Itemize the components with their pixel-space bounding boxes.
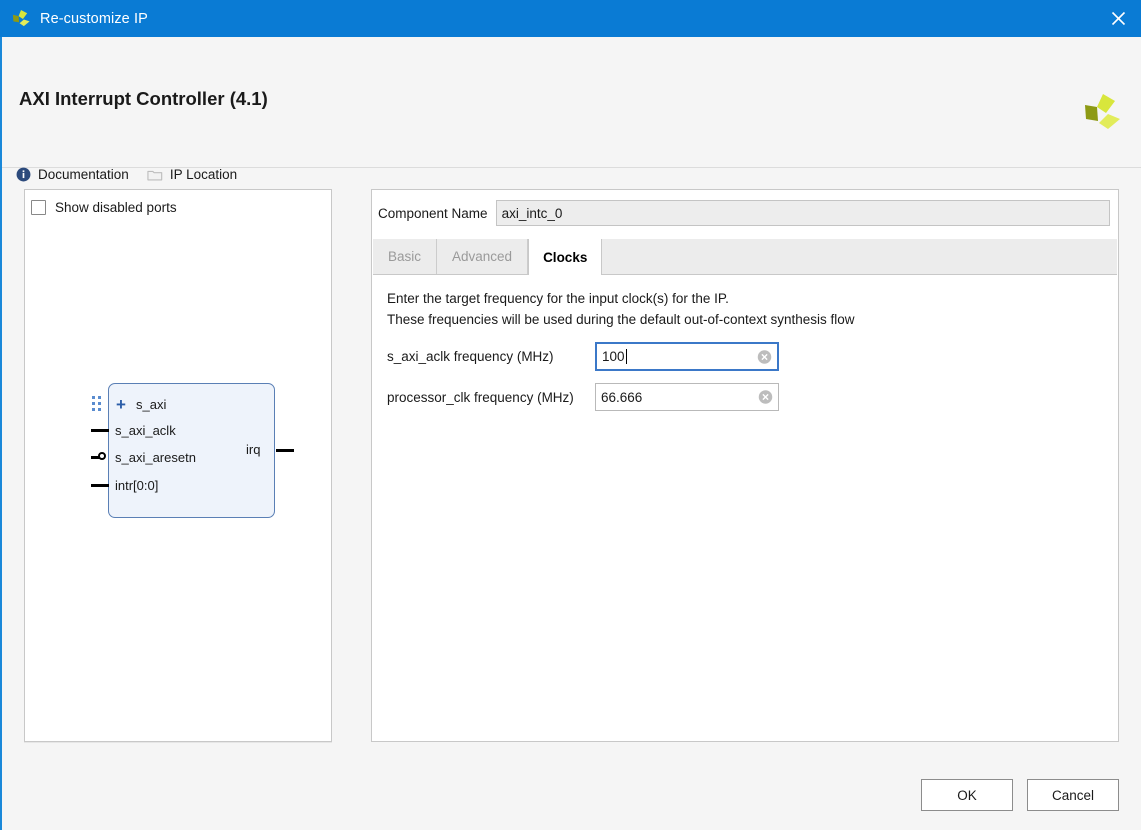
- port-label-s-axi: s_axi: [136, 397, 167, 412]
- tab-advanced[interactable]: Advanced: [437, 239, 529, 274]
- dialog-main: Show disabled ports + s_axi s_axi_aclk s…: [2, 168, 1141, 830]
- port-label-s-axi-aresetn: s_axi_aresetn: [115, 450, 196, 465]
- cancel-button[interactable]: Cancel: [1027, 779, 1119, 811]
- xilinx-logo-icon: [12, 9, 30, 26]
- s-axi-aclk-frequency-input[interactable]: 100: [595, 342, 779, 371]
- tab-strip: Basic Advanced Clocks: [373, 239, 1117, 275]
- component-name-label: Component Name: [378, 205, 488, 221]
- tab-clocks[interactable]: Clocks: [528, 239, 603, 275]
- xilinx-logo-icon: [1085, 94, 1120, 129]
- instruction-line-1: Enter the target frequency for the input…: [387, 291, 729, 306]
- component-name-value: axi_intc_0: [501, 205, 563, 221]
- dialog-footer: OK Cancel: [921, 779, 1119, 811]
- s-axi-aclk-frequency-row: s_axi_aclk frequency (MHz) 100: [387, 342, 1117, 371]
- plus-icon[interactable]: +: [116, 396, 126, 413]
- dialog-header: AXI Interrupt Controller (4.1) Documenta…: [2, 37, 1141, 182]
- ip-symbol-panel: Show disabled ports + s_axi s_axi_aclk s…: [24, 189, 332, 742]
- ok-button[interactable]: OK: [921, 779, 1013, 811]
- show-disabled-ports-checkbox[interactable]: [31, 200, 46, 215]
- close-icon[interactable]: [1095, 0, 1141, 37]
- s-axi-aclk-frequency-label: s_axi_aclk frequency (MHz): [387, 349, 554, 364]
- port-stub-s-axi-aclk: [91, 429, 109, 432]
- processor-clk-frequency-label: processor_clk frequency (MHz): [387, 389, 574, 405]
- port-label-s-axi-aclk: s_axi_aclk: [115, 423, 176, 438]
- processor-clk-frequency-row: processor_clk frequency (MHz) 66.666: [387, 383, 1117, 411]
- window-title: Re-customize IP: [40, 10, 148, 27]
- processor-clk-frequency-value: 66.666: [601, 389, 643, 405]
- tab-basic[interactable]: Basic: [373, 239, 438, 274]
- s-axi-aclk-frequency-value: 100: [602, 349, 625, 364]
- title-bar: Re-customize IP: [0, 0, 1141, 37]
- clocks-tab-content: Enter the target frequency for the input…: [373, 275, 1117, 740]
- bus-connector-icon: [92, 396, 101, 411]
- close-glyph: [1111, 11, 1125, 26]
- page-title: AXI Interrupt Controller (4.1): [19, 88, 268, 109]
- dialog-body: AXI Interrupt Controller (4.1) Documenta…: [0, 37, 1141, 830]
- text-caret: [625, 349, 627, 364]
- instruction-line-2: These frequencies will be used during th…: [387, 312, 855, 327]
- show-disabled-ports-option[interactable]: Show disabled ports: [31, 200, 177, 215]
- processor-clk-frequency-input[interactable]: 66.666: [595, 383, 779, 411]
- show-disabled-ports-label: Show disabled ports: [55, 200, 177, 215]
- component-name-input[interactable]: axi_intc_0: [495, 200, 1110, 226]
- port-label-intr: intr[0:0]: [115, 478, 159, 493]
- port-stub-irq: [276, 449, 294, 452]
- ip-block-symbol: + s_axi s_axi_aclk s_axi_aresetn intr[0:…: [83, 376, 318, 526]
- tabs-container: Basic Advanced Clocks Enter the target f…: [373, 239, 1117, 740]
- re-customize-ip-dialog: Re-customize IP AXI Interrupt Controller…: [0, 0, 1141, 830]
- clear-circle-icon[interactable]: [757, 349, 772, 364]
- clear-circle-icon[interactable]: [758, 390, 773, 405]
- port-stub-intr: [91, 484, 109, 487]
- active-low-bubble-icon: [98, 452, 106, 460]
- component-name-row: Component Name axi_intc_0: [378, 200, 1110, 226]
- ip-config-panel: Component Name axi_intc_0 Basic Advanced…: [371, 189, 1119, 742]
- port-label-irq: irq: [246, 442, 261, 457]
